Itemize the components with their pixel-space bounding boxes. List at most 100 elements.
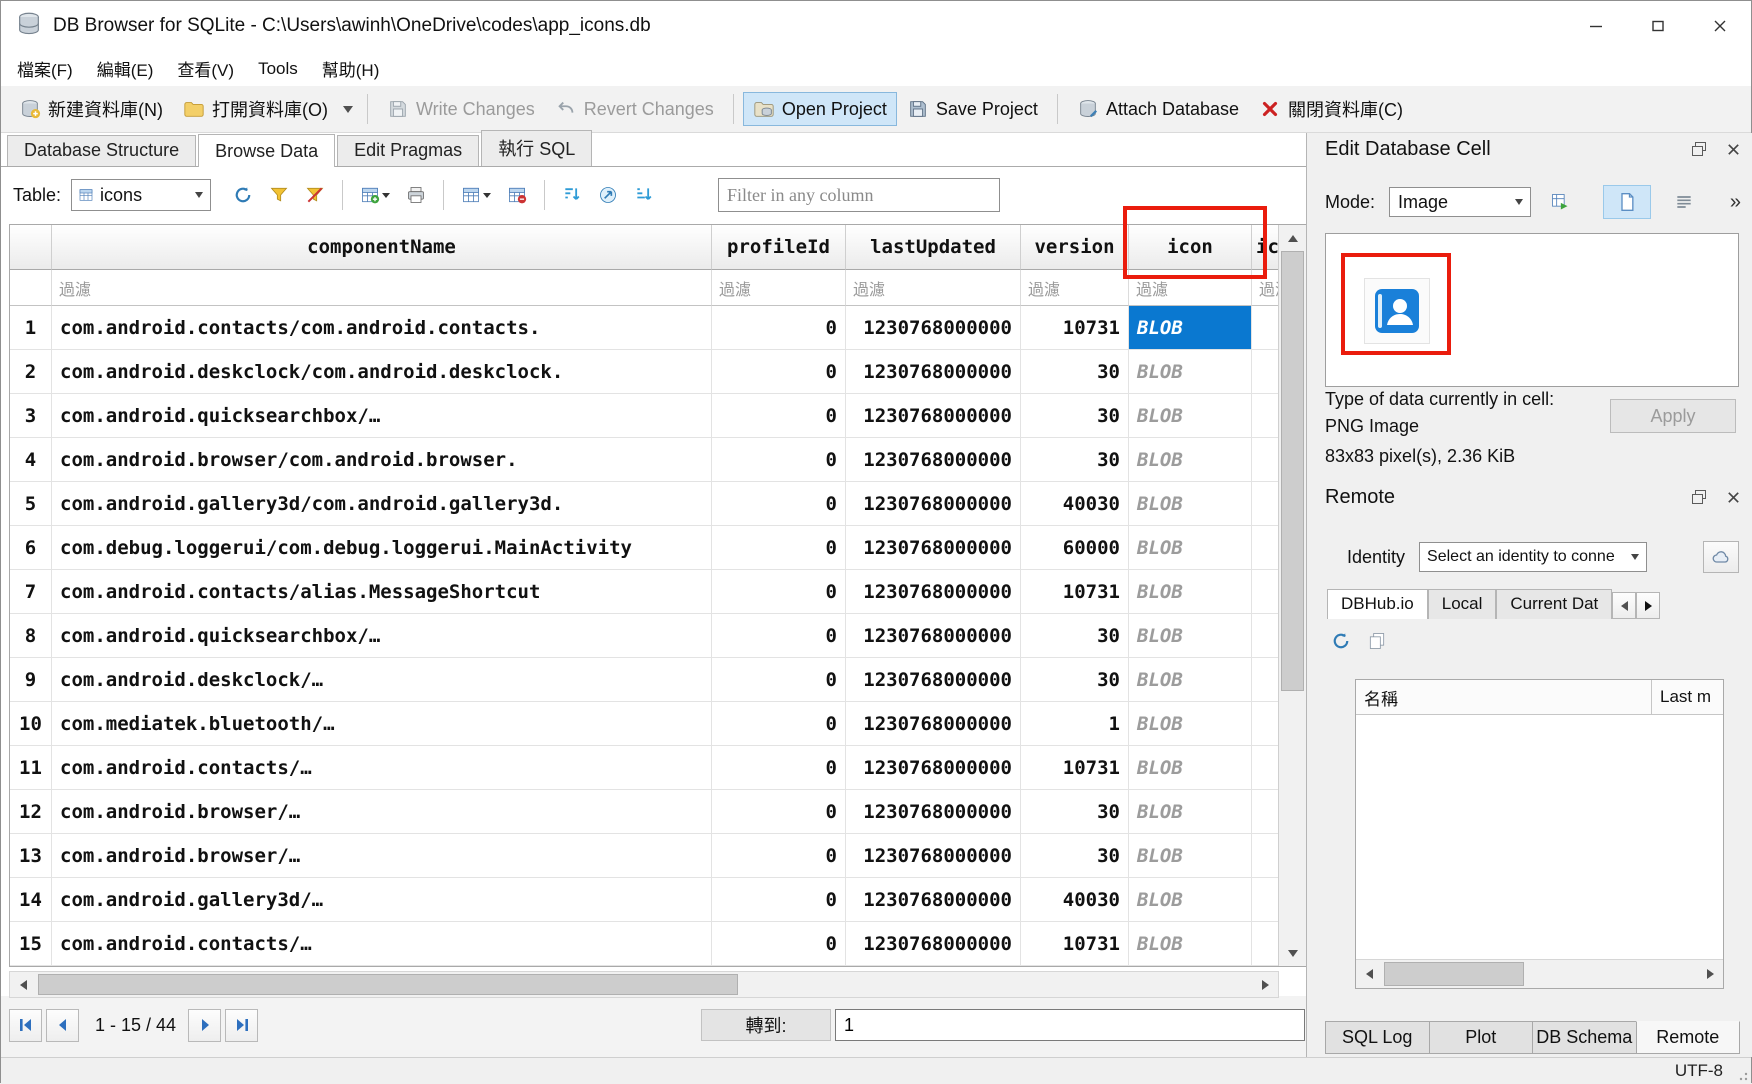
tab-sql-log[interactable]: SQL Log [1325, 1021, 1430, 1054]
cell-partial[interactable] [1252, 834, 1278, 878]
cell-componentName[interactable]: com.android.browser/… [52, 834, 712, 878]
delete-record-button[interactable] [499, 177, 535, 213]
cell-profileId[interactable]: 0 [712, 702, 846, 746]
float-panel-button[interactable] [1687, 486, 1711, 508]
cell-partial[interactable] [1252, 526, 1278, 570]
horizontal-scrollbar[interactable] [9, 971, 1279, 998]
cell-componentName[interactable]: com.android.deskclock/com.android.deskcl… [52, 350, 712, 394]
cell-icon-blob[interactable]: BLOB [1129, 306, 1252, 350]
row-number[interactable]: 4 [10, 438, 52, 482]
cell-icon-blob[interactable]: BLOB [1129, 878, 1252, 922]
column-header-lastUpdated[interactable]: lastUpdated [846, 225, 1021, 270]
identity-select[interactable]: Select an identity to conne [1419, 542, 1647, 572]
cell-componentName[interactable]: com.android.contacts/com.android.contact… [52, 306, 712, 350]
cell-lastUpdated[interactable]: 1230768000000 [846, 438, 1021, 482]
scroll-left-button[interactable] [10, 972, 36, 997]
row-number[interactable]: 10 [10, 702, 52, 746]
tabs-scroll-right-button[interactable] [1636, 592, 1660, 619]
cell-lastUpdated[interactable]: 1230768000000 [846, 614, 1021, 658]
row-number[interactable]: 8 [10, 614, 52, 658]
horizontal-scroll-thumb[interactable] [38, 974, 738, 995]
cell-profileId[interactable]: 0 [712, 790, 846, 834]
prev-page-button[interactable] [46, 1009, 79, 1042]
cell-profileId[interactable]: 0 [712, 306, 846, 350]
revert-changes-button[interactable]: Revert Changes [545, 92, 724, 126]
row-number[interactable]: 2 [10, 350, 52, 394]
cell-componentName[interactable]: com.android.quicksearchbox/… [52, 394, 712, 438]
first-page-button[interactable] [9, 1009, 42, 1042]
cell-icon-blob[interactable]: BLOB [1129, 526, 1252, 570]
cell-lastUpdated[interactable]: 1230768000000 [846, 350, 1021, 394]
cell-lastUpdated[interactable]: 1230768000000 [846, 746, 1021, 790]
cell-version[interactable]: 10731 [1021, 570, 1129, 614]
row-number[interactable]: 13 [10, 834, 52, 878]
cell-icon-blob[interactable]: BLOB [1129, 658, 1252, 702]
filter-cell-version[interactable]: 過濾 [1021, 270, 1129, 306]
remote-tab-local[interactable]: Local [1428, 589, 1497, 619]
cell-icon-blob[interactable]: BLOB [1129, 790, 1252, 834]
cell-profileId[interactable]: 0 [712, 350, 846, 394]
save-project-button[interactable]: Save Project [897, 92, 1048, 126]
row-number[interactable]: 11 [10, 746, 52, 790]
remote-horizontal-scrollbar[interactable] [1356, 959, 1723, 988]
import-data-button[interactable] [1541, 185, 1579, 219]
tab-browse-data[interactable]: Browse Data [198, 134, 335, 167]
cell-icon-blob[interactable]: BLOB [1129, 746, 1252, 790]
filter-cell-profileId[interactable]: 過濾 [712, 270, 846, 306]
menu-view[interactable]: 查看(V) [165, 51, 246, 86]
document-view-button[interactable] [1603, 185, 1651, 219]
cell-lastUpdated[interactable]: 1230768000000 [846, 878, 1021, 922]
menu-file[interactable]: 檔案(F) [5, 51, 85, 86]
menu-edit[interactable]: 編輯(E) [85, 51, 166, 86]
cell-componentName[interactable]: com.android.contacts/… [52, 746, 712, 790]
tab-edit-pragmas[interactable]: Edit Pragmas [337, 135, 479, 166]
cell-partial[interactable] [1252, 790, 1278, 834]
cell-version[interactable]: 40030 [1021, 878, 1129, 922]
vertical-scroll-track[interactable] [1279, 251, 1306, 940]
row-number[interactable]: 14 [10, 878, 52, 922]
row-number[interactable]: 7 [10, 570, 52, 614]
tab-database-structure[interactable]: Database Structure [7, 135, 196, 166]
goto-record-input[interactable] [835, 1009, 1305, 1041]
scroll-left-button[interactable] [1356, 960, 1382, 988]
vertical-scroll-thumb[interactable] [1281, 251, 1304, 691]
cell-version[interactable]: 30 [1021, 834, 1129, 878]
column-header-componentName[interactable]: componentName [52, 225, 712, 270]
cell-lastUpdated[interactable]: 1230768000000 [846, 570, 1021, 614]
cell-lastUpdated[interactable]: 1230768000000 [846, 790, 1021, 834]
cell-profileId[interactable]: 0 [712, 526, 846, 570]
apply-button[interactable]: Apply [1610, 399, 1736, 433]
cell-componentName[interactable]: com.android.contacts/alias.MessageShortc… [52, 570, 712, 614]
cell-partial[interactable] [1252, 438, 1278, 482]
identity-connect-button[interactable] [1703, 541, 1739, 573]
remote-column-last-modified[interactable]: Last m [1651, 680, 1723, 714]
open-database-dropdown[interactable] [338, 100, 358, 119]
menu-help[interactable]: 幫助(H) [310, 51, 392, 86]
cell-profileId[interactable]: 0 [712, 394, 846, 438]
row-number[interactable]: 15 [10, 922, 52, 966]
cell-version[interactable]: 10731 [1021, 746, 1129, 790]
sort-ascending-button[interactable] [554, 177, 590, 213]
cell-version[interactable]: 30 [1021, 658, 1129, 702]
cell-componentName[interactable]: com.android.gallery3d/com.android.galler… [52, 482, 712, 526]
row-number[interactable]: 1 [10, 306, 52, 350]
tab-execute-sql[interactable]: 執行 SQL [481, 130, 592, 166]
column-header-profileId[interactable]: profileId [712, 225, 846, 270]
vertical-scrollbar[interactable] [1278, 225, 1306, 966]
minimize-button[interactable] [1565, 1, 1627, 51]
cell-profileId[interactable]: 0 [712, 570, 846, 614]
filter-cell-componentName[interactable]: 過濾 [52, 270, 712, 306]
toolbar-overflow-chevron[interactable]: » [1730, 191, 1739, 214]
cell-icon-blob[interactable]: BLOB [1129, 570, 1252, 614]
cell-icon-blob[interactable]: BLOB [1129, 438, 1252, 482]
cell-lastUpdated[interactable]: 1230768000000 [846, 834, 1021, 878]
remote-column-name[interactable]: 名稱 [1356, 680, 1651, 714]
maximize-button[interactable] [1627, 1, 1689, 51]
cell-icon-blob[interactable]: BLOB [1129, 702, 1252, 746]
cell-version[interactable]: 30 [1021, 790, 1129, 834]
close-button[interactable] [1689, 1, 1751, 51]
horizontal-scroll-track[interactable] [36, 972, 1252, 997]
close-database-button[interactable]: 關閉資料庫(C) [1249, 90, 1413, 128]
cell-componentName[interactable]: com.android.gallery3d/… [52, 878, 712, 922]
close-panel-button[interactable] [1721, 138, 1745, 160]
